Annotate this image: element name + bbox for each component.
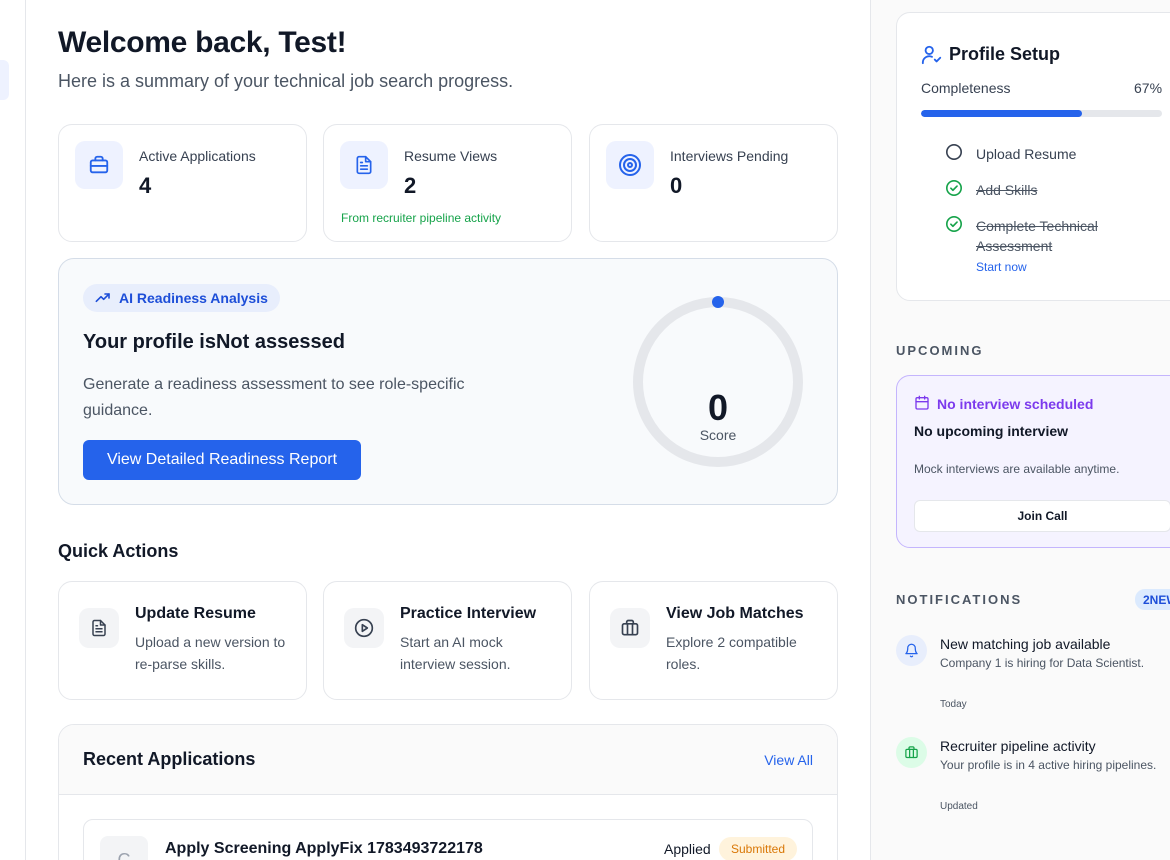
task-label: Add Skills (976, 182, 1038, 198)
application-row[interactable]: C Apply Screening ApplyFix 1783493722178… (83, 819, 813, 860)
stat-card-resume-views: Resume Views 2 From recruiter pipeline a… (323, 124, 572, 242)
quick-action-practice-interview[interactable]: Practice Interview Start an AI mock inte… (323, 581, 572, 700)
notification-title: New matching job available (940, 636, 1111, 652)
join-call-button[interactable]: Join Call (914, 500, 1170, 532)
briefcase-icon (610, 608, 650, 648)
check-circle-icon (945, 179, 963, 197)
score-gauge: 0 Score (629, 293, 807, 471)
quick-action-update-resume[interactable]: Update Resume Upload a new version to re… (58, 581, 307, 700)
profile-setup-title: Profile Setup (949, 44, 1061, 64)
stat-value: 4 (139, 173, 152, 198)
quick-actions-title: Quick Actions (58, 541, 179, 561)
right-panel: Profile Setup Completeness 67% Upload Re… (870, 0, 1170, 860)
notification-description: Your profile is in 4 active hiring pipel… (940, 758, 1157, 772)
stat-label: Resume Views (404, 148, 498, 164)
quick-action-view-job-matches[interactable]: View Job Matches Explore 2 compatible ro… (589, 581, 838, 700)
application-name: Apply Screening ApplyFix 1783493722178 (165, 840, 483, 857)
recent-applications-title: Recent Applications (83, 749, 256, 769)
stat-value: 2 (404, 173, 417, 198)
recent-applications-card: Recent Applications View All C Apply Scr… (58, 724, 838, 860)
score-label: Score (699, 427, 737, 443)
empty-circle-icon (945, 143, 963, 161)
stat-label: Active Applications (139, 148, 256, 164)
score-ring (633, 296, 803, 467)
upcoming-kicker: No interview scheduled (937, 396, 1094, 412)
score-indicator-dot (712, 296, 724, 308)
ai-readiness-pill: AI Readiness Analysis (83, 284, 280, 312)
play-circle-icon (344, 608, 384, 648)
stat-card-active-applications: Active Applications 4 (58, 124, 307, 242)
notification-title: Recruiter pipeline activity (940, 738, 1096, 754)
quick-action-description: Upload a new version to re-parse skills. (135, 634, 286, 672)
completeness-label: Completeness (921, 80, 1011, 96)
upcoming-card: No interview scheduled No upcoming inter… (896, 375, 1170, 548)
calendar-icon (915, 395, 929, 410)
completeness-value: 67% (1134, 80, 1163, 96)
readiness-description: Generate a readiness assessment to see r… (83, 376, 465, 419)
stat-note: From recruiter pipeline activity (341, 211, 502, 225)
notifications-heading: NOTIFICATIONS (896, 592, 1023, 607)
quick-action-title: Practice Interview (400, 605, 537, 622)
target-icon (606, 141, 654, 189)
page-subtitle: Here is a summary of your technical job … (58, 71, 514, 91)
stat-label: Interviews Pending (670, 148, 789, 164)
profile-setup-card: Profile Setup Completeness 67% Upload Re… (896, 12, 1170, 301)
ai-pill-label: AI Readiness Analysis (119, 290, 268, 306)
stat-value: 0 (670, 173, 683, 198)
main-content: Welcome back, Test! Here is a summary of… (58, 0, 838, 860)
sidebar-active-item[interactable] (0, 60, 9, 100)
completeness-progress-bar (921, 110, 1162, 117)
notification-description: Company 1 is hiring for Data Scientist. (940, 656, 1145, 670)
quick-action-title: View Job Matches (666, 605, 804, 622)
quick-action-description: Explore 2 compatible roles. (666, 634, 797, 672)
document-icon (79, 608, 119, 648)
document-icon (340, 141, 388, 189)
view-readiness-report-button[interactable]: View Detailed Readiness Report (83, 440, 361, 480)
score-value: 0 (707, 387, 729, 428)
application-status: Applied (664, 841, 711, 857)
stat-card-interviews-pending: Interviews Pending 0 (589, 124, 838, 242)
notification-time: Updated (940, 801, 978, 812)
quick-action-description: Start an AI mock interview session. (400, 634, 511, 672)
page-title: Welcome back, Test! (58, 26, 347, 59)
upcoming-title: No upcoming interview (914, 423, 1069, 439)
new-count-badge: 2NEW (1135, 589, 1170, 610)
quick-action-title: Update Resume (135, 605, 256, 622)
briefcase-icon (75, 141, 123, 189)
left-sidebar (0, 0, 26, 860)
check-circle-icon (945, 215, 963, 233)
company-logo: C (100, 836, 148, 860)
view-all-link[interactable]: View All (764, 752, 813, 768)
briefcase-icon (896, 737, 927, 768)
notification-time: Today (940, 699, 967, 710)
task-label: Complete Technical Assessment (976, 218, 1098, 254)
upcoming-heading: UPCOMING (896, 343, 984, 358)
readiness-heading: Your profile isNot assessed (83, 331, 345, 353)
bell-icon (896, 635, 927, 666)
progress-fill (921, 110, 1083, 117)
task-label: Upload Resume (976, 146, 1077, 162)
trending-up-icon (95, 293, 110, 303)
recent-applications-header: Recent Applications View All (59, 725, 837, 795)
user-check-icon (921, 45, 942, 65)
readiness-card: AI Readiness Analysis Your profile isNot… (58, 258, 838, 505)
upcoming-description: Mock interviews are available anytime. (914, 462, 1120, 476)
status-badge: Submitted (719, 837, 798, 860)
start-now-link[interactable]: Start now (976, 260, 1027, 274)
